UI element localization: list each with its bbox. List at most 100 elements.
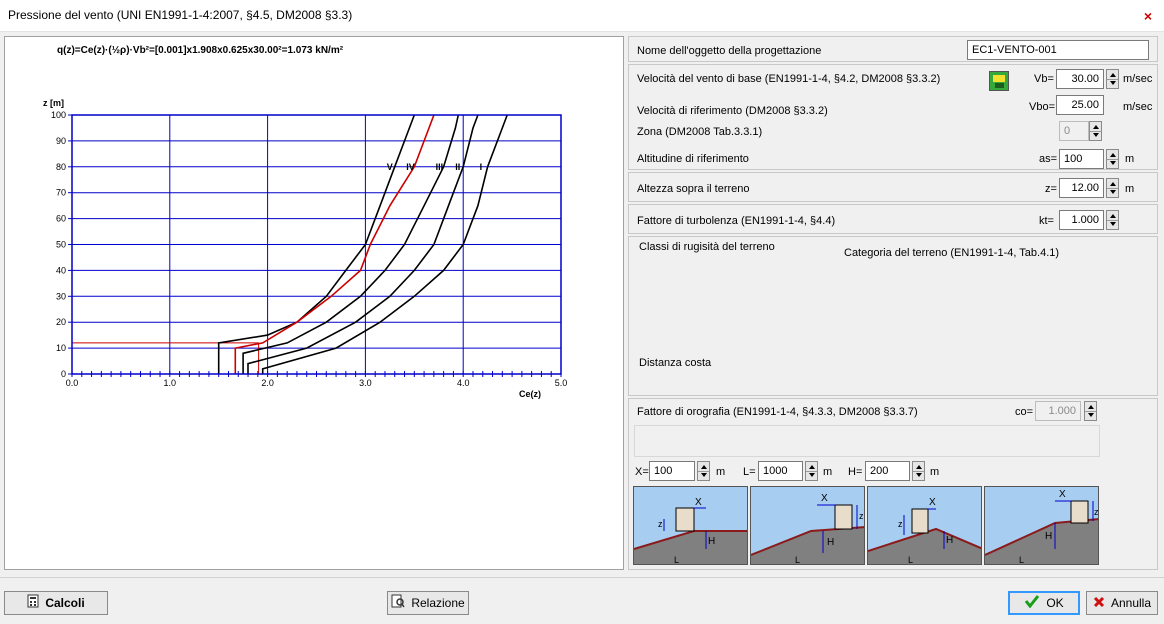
l-spinner[interactable]: [805, 461, 818, 481]
y-tick-label: 80: [56, 162, 66, 172]
svg-text:X: X: [1059, 489, 1066, 500]
svg-text:z: z: [1094, 507, 1099, 517]
map-icon[interactable]: [989, 71, 1009, 91]
roughness-label: Classi di rugisità del terreno: [639, 241, 775, 253]
vb-input[interactable]: 30.00: [1056, 69, 1104, 89]
vb-label: Velocità del vento di base (EN1991-1-4, …: [637, 73, 941, 85]
orography-prefix: co=: [1015, 406, 1034, 418]
relazione-label: Relazione: [411, 596, 465, 610]
vbo-input[interactable]: 25.00: [1056, 95, 1104, 115]
bottom-bar: Calcoli Relazione OK Annulla: [0, 577, 1164, 624]
svg-text:H: H: [946, 535, 953, 546]
zona-input[interactable]: 0: [1059, 121, 1089, 141]
section-wind-speed: Velocità del vento di base (EN1991-1-4, …: [628, 64, 1158, 170]
h-spinner[interactable]: [912, 461, 925, 481]
x-spinner[interactable]: [697, 461, 710, 481]
svg-text:z: z: [658, 519, 663, 529]
height-spinner[interactable]: [1106, 178, 1119, 198]
curve-label-I: I: [480, 162, 483, 172]
vbo-prefix: Vbo=: [1029, 101, 1055, 113]
svg-text:L: L: [1019, 555, 1024, 565]
svg-text:L: L: [795, 555, 800, 565]
ok-label: OK: [1046, 596, 1064, 610]
svg-text:X: X: [929, 497, 936, 508]
orography-diagram-2[interactable]: X z H L: [750, 486, 865, 565]
height-label: Altezza sopra il terreno: [637, 183, 750, 195]
kt-spinner[interactable]: [1106, 210, 1119, 230]
kt-input[interactable]: 1.000: [1059, 210, 1104, 230]
coast-distance-label: Distanza costa: [639, 357, 712, 369]
check-icon: [1024, 594, 1040, 614]
category-label: Categoria del terreno (EN1991-1-4, Tab.4…: [844, 247, 1060, 259]
calcoli-label: Calcoli: [45, 596, 85, 610]
svg-text:H: H: [708, 536, 715, 547]
section-height: Altezza sopra il terreno z= 12.00 m: [628, 172, 1158, 202]
h-unit: m: [930, 466, 940, 478]
curve-label-IV: IV: [406, 162, 415, 172]
l-prefix: L=: [743, 466, 756, 478]
altitude-input[interactable]: 100: [1059, 149, 1104, 169]
orography-diagram-4[interactable]: X z H L: [984, 486, 1099, 565]
cancel-x-icon: [1093, 593, 1105, 615]
svg-text:z: z: [859, 511, 864, 521]
orography-diagram-1[interactable]: X z H L: [633, 486, 748, 565]
title-bar: Pressione del vento (UNI EN1991-1-4:2007…: [0, 0, 1164, 32]
ok-button[interactable]: OK: [1008, 591, 1080, 615]
curve-label-III: III: [436, 162, 444, 172]
orography-diagram-3[interactable]: X z H L: [867, 486, 982, 565]
orography-spinner[interactable]: [1084, 401, 1097, 421]
zona-spinner[interactable]: [1089, 121, 1102, 141]
x-input[interactable]: 100: [649, 461, 695, 481]
vbo-unit: m/sec: [1123, 101, 1153, 113]
section-roughness: Classi di rugisità del terreno Categoria…: [628, 236, 1158, 396]
report-search-icon: [391, 593, 405, 615]
zona-label: Zona (DM2008 Tab.3.3.1): [637, 126, 763, 138]
reference-line: [72, 342, 260, 374]
altitude-prefix: as=: [1039, 153, 1058, 165]
svg-text:X: X: [821, 493, 828, 504]
vbo-label: Velocità di riferimento (DM2008 §3.3.2): [637, 105, 828, 117]
y-tick-label: 90: [56, 136, 66, 146]
x-prefix: X=: [635, 466, 649, 478]
y-tick-label: 100: [51, 110, 66, 120]
vb-prefix: Vb=: [1034, 73, 1054, 85]
object-name-label: Nome dell'oggetto della progettazione: [637, 45, 822, 57]
altitude-spinner[interactable]: [1106, 149, 1119, 169]
svg-text:L: L: [908, 555, 913, 565]
calcoli-button[interactable]: Calcoli: [4, 591, 108, 615]
svg-text:H: H: [827, 537, 834, 548]
svg-text:H: H: [1045, 531, 1052, 542]
annulla-button[interactable]: Annulla: [1086, 591, 1158, 615]
svg-text:z: z: [898, 519, 903, 529]
y-tick-label: 60: [56, 214, 66, 224]
x-tick-label: 2.0: [261, 378, 274, 388]
calculator-icon: [27, 593, 39, 615]
x-tick-label: 4.0: [457, 378, 470, 388]
y-axis-title: z [m]: [43, 98, 64, 108]
orography-input[interactable]: 1.000: [1035, 401, 1081, 421]
curve-label-II: II: [455, 162, 460, 172]
orography-type-box: [634, 425, 1100, 457]
kt-prefix: kt=: [1039, 215, 1054, 227]
vb-spinner[interactable]: [1106, 69, 1119, 89]
h-input[interactable]: 200: [865, 461, 910, 481]
l-unit: m: [823, 466, 833, 478]
object-name-input[interactable]: EC1-VENTO-001: [967, 40, 1149, 60]
x-tick-label: 5.0: [555, 378, 568, 388]
svg-text:X: X: [695, 497, 702, 508]
x-unit: m: [716, 466, 726, 478]
vb-unit: m/sec: [1123, 73, 1153, 85]
altitude-unit: m: [1125, 153, 1135, 165]
height-input[interactable]: 12.00: [1059, 178, 1104, 198]
x-tick-label: 3.0: [359, 378, 372, 388]
l-input[interactable]: 1000: [758, 461, 803, 481]
close-icon[interactable]: ×: [1138, 6, 1158, 26]
altitude-label: Altitudine di riferimento: [637, 153, 749, 165]
x-tick-label: 1.0: [164, 378, 177, 388]
svg-text:L: L: [674, 555, 679, 565]
relazione-button[interactable]: Relazione: [387, 591, 469, 615]
h-prefix: H=: [848, 466, 863, 478]
ce-chart: 01020304050607080901000.0 1.0 2.0 3.0 4.0 5.0…: [43, 98, 568, 399]
section-object-name: Nome dell'oggetto della progettazione EC…: [628, 36, 1158, 62]
y-tick-label: 20: [56, 317, 66, 327]
